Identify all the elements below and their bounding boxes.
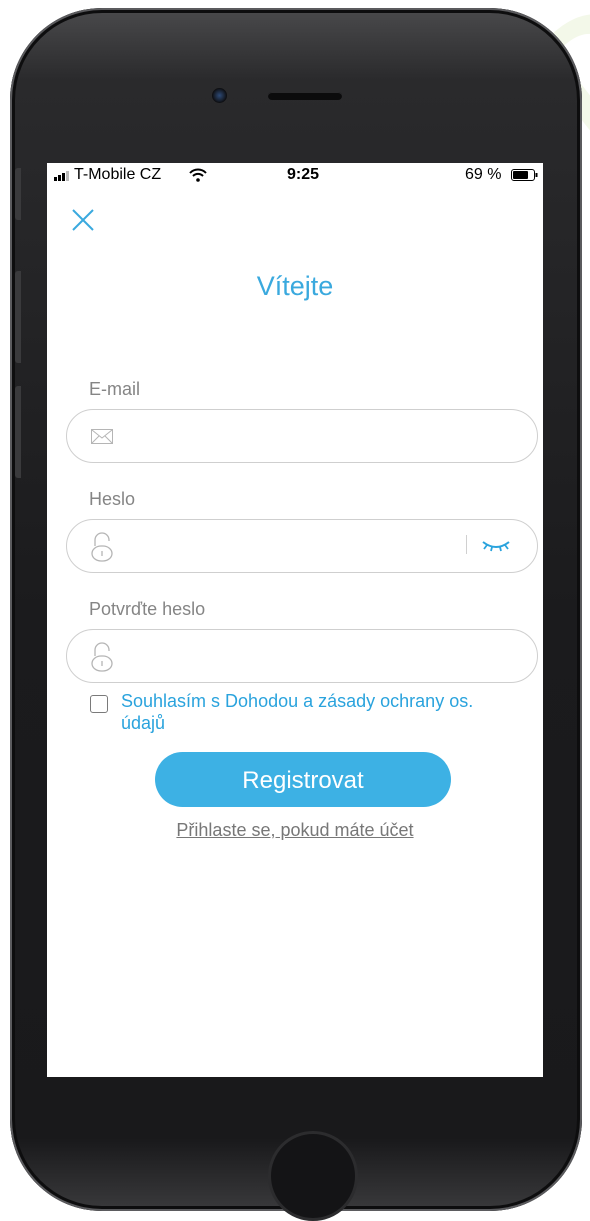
status-bar: T-Mobile CZ 9:25 69 %	[47, 163, 543, 187]
email-input[interactable]	[125, 422, 459, 452]
carrier-name: T-Mobile CZ	[74, 166, 162, 183]
wifi-icon	[189, 168, 207, 182]
password-input[interactable]	[125, 532, 459, 562]
page-title: Vítejte	[256, 271, 334, 301]
home-button[interactable]	[268, 1131, 358, 1221]
volume-down-button	[15, 386, 21, 478]
mute-switch	[15, 168, 21, 220]
earpiece-speaker	[268, 92, 342, 100]
confirm-password-label: Potvrďte heslo	[89, 599, 206, 619]
password-field[interactable]	[66, 519, 538, 573]
agreement-link[interactable]: Souhlasím s Dohodou a zásady ochrany os.…	[121, 690, 521, 734]
eye-closed-icon[interactable]	[481, 536, 511, 556]
email-label: E-mail	[89, 379, 141, 399]
register-button[interactable]: Registrovat	[155, 752, 451, 807]
login-link[interactable]: Přihlaste se, pokud máte účet	[47, 820, 543, 841]
email-field[interactable]	[66, 409, 538, 463]
envelope-icon	[91, 429, 113, 444]
battery-percent: 69 %	[465, 166, 502, 183]
clock: 9:25	[287, 166, 320, 183]
volume-up-button	[15, 271, 21, 363]
front-camera	[212, 88, 227, 103]
eye-divider	[466, 535, 467, 554]
password-label: Heslo	[89, 489, 136, 509]
lock-icon	[91, 532, 113, 562]
confirm-password-input[interactable]	[125, 642, 459, 672]
close-icon[interactable]	[71, 208, 95, 232]
battery-icon	[511, 169, 538, 181]
app-screen: T-Mobile CZ 9:25 69 % Vítejte E-mail Hes…	[47, 163, 543, 1077]
lock-icon	[91, 642, 113, 672]
agree-checkbox[interactable]	[90, 695, 108, 713]
confirm-password-field[interactable]	[66, 629, 538, 683]
signal-icon	[54, 171, 69, 181]
